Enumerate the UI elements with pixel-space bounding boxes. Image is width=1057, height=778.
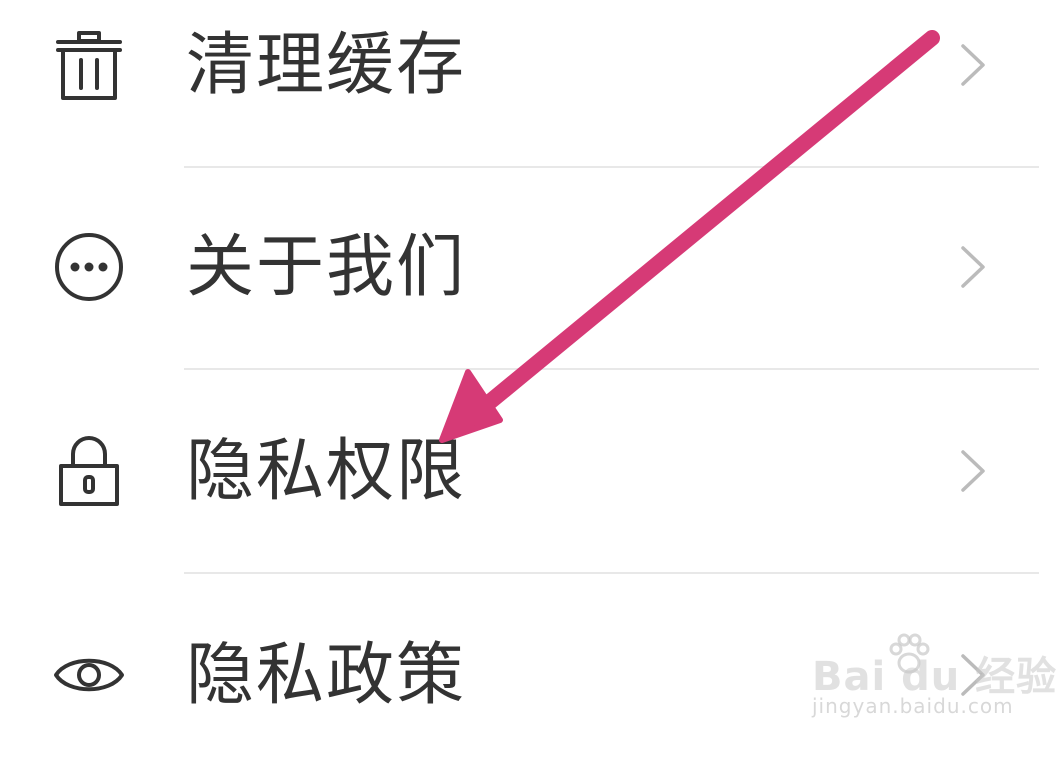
paw-icon	[889, 633, 930, 674]
menu-item-about-us[interactable]: 关于我们	[0, 166, 1057, 370]
trash-icon	[52, 28, 126, 102]
eye-icon	[52, 638, 126, 712]
menu-item-label: 关于我们	[186, 228, 467, 307]
lock-icon	[52, 434, 126, 508]
baidu-jingyan-watermark: Bai du 经验 jingyan.baidu.com	[812, 632, 1056, 732]
settings-menu: 清理缓存 关于我们 隐私权限 隐私政策	[0, 0, 1057, 742]
chevron-right-icon	[961, 44, 985, 86]
more-dots-circle-icon	[52, 230, 126, 304]
watermark-url: jingyan.baidu.com	[812, 694, 1014, 718]
menu-item-label: 隐私权限	[186, 432, 467, 511]
menu-item-label: 清理缓存	[186, 26, 467, 105]
chevron-right-icon	[961, 450, 985, 492]
chevron-right-icon	[961, 246, 985, 288]
menu-item-label: 隐私政策	[186, 636, 467, 715]
menu-item-clear-cache[interactable]: 清理缓存	[0, 0, 1057, 168]
menu-item-privacy-permissions[interactable]: 隐私权限	[0, 370, 1057, 574]
